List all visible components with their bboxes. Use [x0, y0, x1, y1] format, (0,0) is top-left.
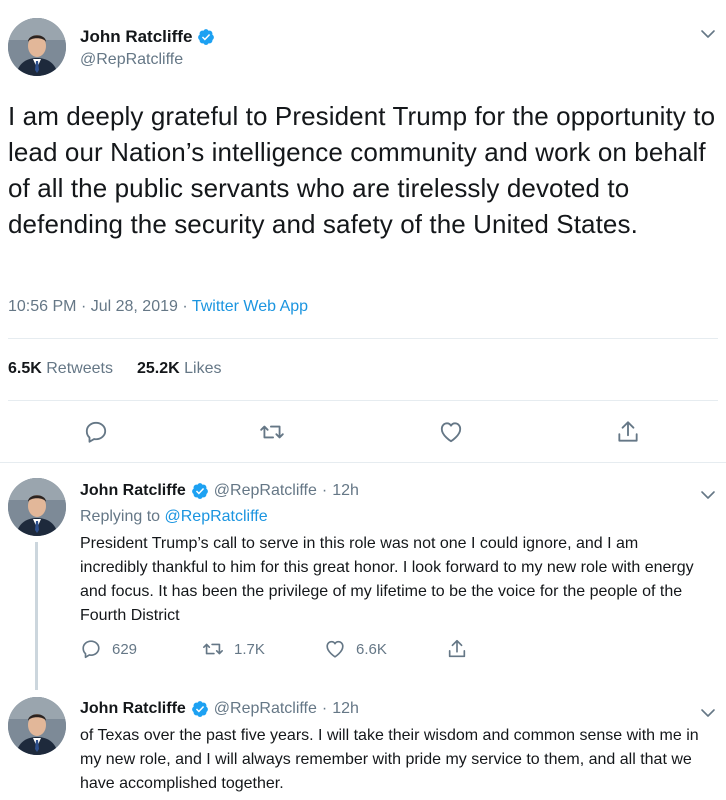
retweets-label: Retweets [46, 360, 113, 377]
reply-header: John Ratcliffe @RepRatcliffe · 12h [80, 700, 359, 718]
author-name[interactable]: John Ratcliffe [80, 700, 186, 718]
tweet-time[interactable]: 10:56 PM [8, 298, 76, 315]
reply-icon [80, 638, 102, 660]
chevron-down-icon[interactable] [700, 705, 716, 721]
replying-to-prefix: Replying to [80, 508, 161, 525]
verified-badge-icon [191, 700, 209, 718]
tweet-text: I am deeply grateful to President Trump … [8, 101, 716, 239]
reply-button[interactable]: 629 [80, 638, 202, 660]
verified-badge-icon [197, 28, 215, 46]
dot-separator: · [321, 700, 328, 717]
reply-text: President Trump’s call to serve in this … [80, 535, 694, 624]
share-button[interactable] [446, 638, 568, 660]
author-name[interactable]: John Ratcliffe [80, 27, 192, 47]
tweet-source-link[interactable]: Twitter Web App [192, 298, 308, 315]
share-icon[interactable] [615, 419, 641, 445]
like-count: 6.6K [356, 640, 387, 658]
retweet-icon [202, 638, 224, 660]
author-handle[interactable]: @RepRatcliffe [80, 51, 183, 69]
tweet-date[interactable]: Jul 28, 2019 [91, 298, 178, 315]
retweets-stat[interactable]: 6.5K Retweets [8, 360, 113, 378]
chevron-down-icon[interactable] [700, 26, 716, 42]
avatar-image [8, 697, 66, 755]
like-button[interactable]: 6.6K [324, 638, 446, 660]
avatar[interactable] [8, 697, 66, 755]
thread-line [35, 542, 38, 690]
reply-count: 629 [112, 640, 138, 658]
chevron-down-icon[interactable] [700, 487, 716, 503]
replying-to: Replying to @RepRatcliffe [80, 508, 268, 526]
heart-icon [324, 638, 346, 660]
tweet-stats: 6.5K Retweets 25.2K Likes [8, 360, 221, 378]
likes-count: 25.2K [136, 360, 180, 377]
author-handle[interactable]: @RepRatcliffe [214, 482, 317, 500]
meta-separator: · [182, 298, 188, 315]
reply-header: John Ratcliffe @RepRatcliffe · 12h [80, 482, 359, 500]
divider [0, 462, 726, 463]
divider [8, 400, 718, 401]
main-tweet: John Ratcliffe @RepRatcliffe I am deeply… [0, 0, 726, 464]
reply-text: of Texas over the past five years. I wil… [80, 727, 699, 792]
retweet-button[interactable]: 1.7K [202, 638, 324, 660]
tweet-time-ago[interactable]: 12h [332, 700, 359, 718]
avatar[interactable] [8, 18, 66, 76]
divider [8, 338, 718, 339]
reply-actions: 629 1.7K 6.6K [80, 638, 568, 660]
author-name[interactable]: John Ratcliffe [80, 482, 186, 500]
author-name-row[interactable]: John Ratcliffe [80, 27, 215, 47]
reply-icon[interactable] [83, 419, 109, 445]
likes-stat[interactable]: 25.2K Likes [137, 360, 222, 378]
avatar[interactable] [8, 478, 66, 536]
retweet-count: 1.7K [234, 640, 265, 658]
avatar-image [8, 18, 66, 76]
heart-icon[interactable] [438, 419, 464, 445]
avatar-image [8, 478, 66, 536]
tweet-time-ago[interactable]: 12h [332, 482, 359, 500]
meta-separator: · [80, 298, 87, 315]
retweets-count: 6.5K [8, 360, 42, 377]
author-handle[interactable]: @RepRatcliffe [214, 700, 317, 718]
tweet-meta: 10:56 PM · Jul 28, 2019 · Twitter Web Ap… [8, 298, 308, 316]
verified-badge-icon [191, 482, 209, 500]
replying-to-link[interactable]: @RepRatcliffe [165, 508, 268, 525]
share-icon [446, 638, 468, 660]
dot-separator: · [321, 482, 328, 499]
likes-label: Likes [184, 360, 222, 377]
retweet-icon[interactable] [259, 419, 285, 445]
